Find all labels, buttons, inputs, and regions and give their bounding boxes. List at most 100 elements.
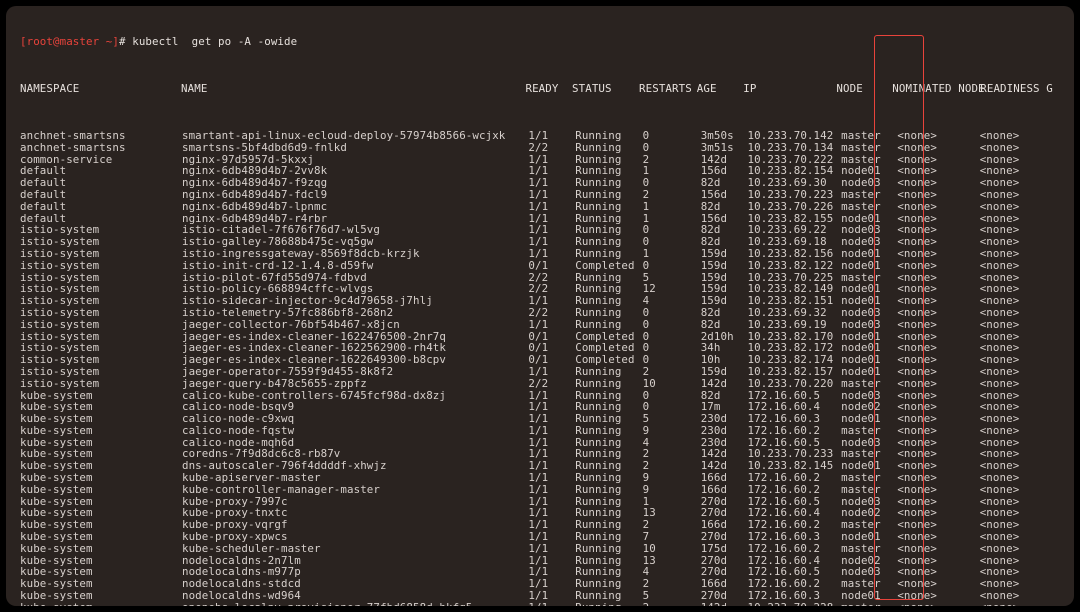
cell: anchnet-smartsns [20, 142, 182, 154]
cell: <none> [980, 319, 1064, 331]
cell: <none> [897, 543, 979, 555]
cell: 10.233.70.223 [748, 189, 842, 201]
cell: <none> [897, 248, 979, 260]
cell: Running [575, 142, 642, 154]
cell: kube-controller-manager-master [182, 484, 528, 496]
cell: 175d [701, 543, 748, 555]
table-row: istio-systemjaeger-collector-76bf54b467-… [20, 319, 1064, 331]
cell: Running [575, 189, 642, 201]
cell: nginx-6db489d4b7-fdcl9 [182, 189, 528, 201]
cell: 2/2 [528, 142, 575, 154]
cell: 2 [643, 448, 701, 460]
cell: 10.233.82.157 [748, 366, 842, 378]
cell: jaeger-query-b478c5655-zppfz [182, 378, 528, 390]
cell: 172.16.60.2 [748, 543, 842, 555]
cell: 2/2 [528, 307, 575, 319]
cell: <none> [897, 142, 979, 154]
cell: 0 [643, 331, 701, 343]
table-row: istio-systemistio-ingressgateway-8569f8d… [20, 248, 1064, 260]
cell: 5 [643, 413, 701, 425]
cell: <none> [897, 378, 979, 390]
cell: 82d [701, 319, 748, 331]
cell: jaeger-collector-76bf54b467-x8jcn [182, 319, 528, 331]
table-row: istio-systemistio-telemetry-57fc886bf8-2… [20, 307, 1064, 319]
cell: default [20, 201, 182, 213]
table-row: anchnet-smartsnssmartant-api-linux-eclou… [20, 130, 1064, 142]
cell: 2 [643, 189, 701, 201]
cell: 0 [643, 342, 701, 354]
cell: 9 [643, 472, 701, 484]
cell: 159d [701, 366, 748, 378]
cell: <none> [897, 602, 979, 606]
cell: <none> [980, 201, 1064, 213]
shell-hash: # [119, 35, 132, 48]
cell: 2 [643, 460, 701, 472]
cell: 4 [643, 437, 701, 449]
cell: <none> [980, 189, 1064, 201]
cell: 1/1 [528, 201, 575, 213]
cell: 1 [643, 248, 701, 260]
cell: default [20, 189, 182, 201]
cell: openebs-localpv-provisioner-77fbd6858d-h… [182, 602, 528, 606]
col-name: NAME [181, 83, 525, 95]
cell: <none> [897, 366, 979, 378]
cell: 1/1 [528, 130, 575, 142]
col-age: AGE [697, 83, 744, 95]
table-row: kube-systemcalico-node-fqstw1/1Running92… [20, 425, 1064, 437]
cell: 10.233.70.228 [748, 602, 842, 606]
cell: smartant-api-linux-ecloud-deploy-57974b8… [182, 130, 528, 142]
cell: <none> [980, 248, 1064, 260]
cell: 1 [643, 201, 701, 213]
cell: 230d [701, 425, 748, 437]
cell: 10.233.82.156 [748, 248, 842, 260]
cell: 13 [643, 507, 701, 519]
cell: kube-scheduler-master [182, 543, 528, 555]
cell: 0 [643, 319, 701, 331]
cell: 10.233.70.220 [748, 378, 842, 390]
table-row: kube-systemopenebs-localpv-provisioner-7… [20, 602, 1064, 606]
cell: anchnet-smartsns [20, 130, 182, 142]
cell: <none> [980, 260, 1064, 272]
cell: kube-system [20, 602, 182, 606]
cell: 0 [643, 142, 701, 154]
cell: 82d [701, 201, 748, 213]
cell: master [841, 543, 897, 555]
cell: 0 [643, 224, 701, 236]
cell: <none> [897, 425, 979, 437]
cell: calico-node-fqstw [182, 425, 528, 437]
cell: 2/2 [528, 378, 575, 390]
col-ip: IP [743, 83, 836, 95]
cell: <none> [980, 130, 1064, 142]
cell: <none> [897, 130, 979, 142]
cell: <none> [897, 260, 979, 272]
cell: istio-system [20, 319, 182, 331]
cell: master [841, 142, 897, 154]
cell: 0 [643, 390, 701, 402]
cell: 10.233.82.122 [748, 260, 842, 272]
cell: <none> [897, 307, 979, 319]
cell: Running [575, 319, 642, 331]
shell-command: kubectl get po -A -owide [132, 35, 297, 48]
cell: 0 [643, 401, 701, 413]
table-row: anchnet-smartsnssmartsns-5bf4dbd6d9-fnlk… [20, 142, 1064, 154]
cell: master [841, 189, 897, 201]
terminal-window[interactable]: [root@master ~]# kubectl get po -A -owid… [6, 6, 1074, 606]
cell: 1/1 [528, 248, 575, 260]
cell: <none> [980, 142, 1064, 154]
cell: master [841, 201, 897, 213]
cell: 5 [643, 590, 701, 602]
cell: node01 [841, 248, 897, 260]
cell: 0 [643, 177, 701, 189]
cell: <none> [980, 484, 1064, 496]
cell: 82d [701, 307, 748, 319]
cell: 2 [643, 154, 701, 166]
cell: 0 [643, 236, 701, 248]
cell: <none> [980, 543, 1064, 555]
cell: 156d [701, 189, 748, 201]
cell: nginx-6db489d4b7-lpnmc [182, 201, 528, 213]
col-status: STATUS [572, 83, 639, 95]
cell: master [841, 425, 897, 437]
cell: istio-system [20, 248, 182, 260]
cell: kube-system [20, 543, 182, 555]
cell: 12 [643, 283, 701, 295]
